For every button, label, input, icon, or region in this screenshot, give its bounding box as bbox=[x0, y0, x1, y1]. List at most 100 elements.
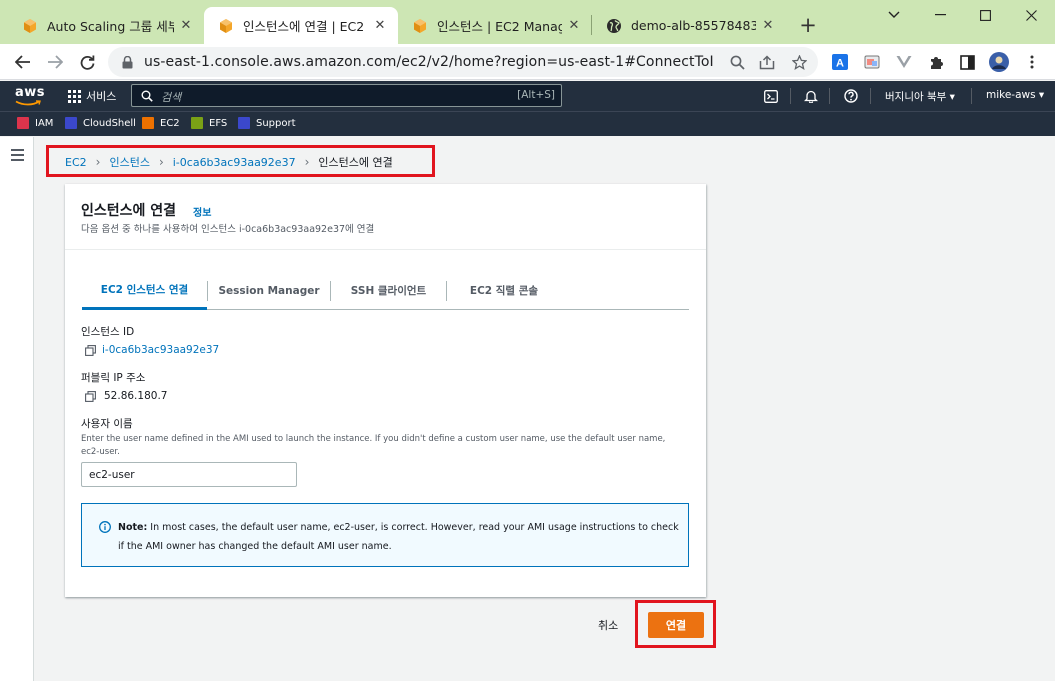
tab-ssh-client[interactable]: SSH 클라이언트 bbox=[331, 272, 446, 309]
aws-logo[interactable]: aws bbox=[15, 85, 46, 106]
favorite-support[interactable]: Support bbox=[238, 117, 296, 129]
profile-avatar-icon[interactable] bbox=[989, 52, 1009, 72]
browser-menu-icon[interactable] bbox=[1022, 52, 1042, 72]
bookmark-star-icon[interactable] bbox=[790, 53, 808, 71]
username-hint: Enter the user name defined in the AMI u… bbox=[81, 434, 666, 457]
tab-session-manager[interactable]: Session Manager bbox=[208, 272, 330, 309]
tab-title: 인스턴스 | EC2 Management bbox=[437, 19, 562, 34]
note-bold: Note: bbox=[118, 522, 148, 533]
favorite-iam[interactable]: IAM bbox=[17, 117, 53, 129]
reload-icon[interactable] bbox=[75, 50, 99, 74]
connect-to-instance-panel: 인스턴스에 연결 정보 다음 옵션 중 하나를 사용하여 인스턴스 i-0ca6… bbox=[65, 184, 706, 597]
aws-logo-text: aws bbox=[15, 85, 46, 100]
public-ip-text: 52.86.180.7 bbox=[104, 390, 168, 402]
tab-title: demo-alb-855784833.us-e bbox=[631, 18, 756, 33]
panel-description: 다음 옵션 중 하나를 사용하여 인스턴스 i-0ca6b3ac93aa92e3… bbox=[81, 224, 375, 235]
new-tab-button[interactable]: + bbox=[797, 14, 819, 36]
url-text: us-east-1.console.aws.amazon.com/ec2/v2/… bbox=[144, 54, 714, 70]
browser-tab-active[interactable]: 인스턴스에 연결 | EC2 Manag ✕ bbox=[204, 7, 398, 44]
public-ip-value: 52.86.180.7 bbox=[85, 390, 167, 402]
tab-title: 인스턴스에 연결 | EC2 Manag bbox=[243, 19, 368, 34]
favorite-label: EC2 bbox=[160, 117, 180, 129]
info-link[interactable]: 정보 bbox=[193, 204, 211, 219]
tab-search-chevron-icon[interactable] bbox=[871, 0, 917, 30]
services-label: 서비스 bbox=[86, 90, 117, 103]
public-ip-label: 퍼블릭 IP 주소 bbox=[81, 372, 146, 384]
note-text: Note: In most cases, the default user na… bbox=[118, 518, 680, 556]
tab-ec2-instance-connect[interactable]: EC2 인스턴스 연결 bbox=[82, 272, 207, 310]
aws-cube-icon bbox=[414, 18, 426, 33]
browser-tab[interactable]: Auto Scaling 그룹 세부 정보 ✕ bbox=[8, 7, 204, 44]
back-arrow-icon[interactable] bbox=[11, 50, 35, 74]
iam-service-icon bbox=[17, 117, 29, 129]
note-body: In most cases, the default user name, ec… bbox=[118, 522, 679, 552]
instance-id-link[interactable]: i-0ca6b3ac93aa92e37 bbox=[102, 344, 219, 356]
vue-devtools-icon[interactable] bbox=[894, 52, 914, 72]
cloudshell-service-icon bbox=[65, 117, 77, 129]
zoom-search-icon[interactable] bbox=[728, 53, 746, 71]
services-menu-button[interactable]: 서비스 bbox=[68, 88, 116, 104]
tab-title: Auto Scaling 그룹 세부 정보 bbox=[47, 19, 174, 34]
help-icon[interactable] bbox=[843, 88, 859, 104]
region-selector[interactable]: 버지니아 북부 ▾ bbox=[885, 89, 955, 104]
close-tab-icon[interactable]: ✕ bbox=[760, 18, 776, 33]
close-window-icon[interactable] bbox=[1008, 0, 1054, 30]
cancel-button[interactable]: 취소 bbox=[598, 617, 618, 633]
minimize-window-icon[interactable] bbox=[917, 0, 963, 30]
favorite-label: EFS bbox=[209, 117, 228, 129]
grid-icon bbox=[68, 89, 81, 103]
header-divider bbox=[790, 88, 791, 104]
support-service-icon bbox=[238, 117, 250, 129]
globe-icon bbox=[607, 18, 621, 33]
screenshot-extension-icon[interactable] bbox=[862, 52, 882, 72]
browser-tab-strip: Auto Scaling 그룹 세부 정보 ✕ 인스턴스에 연결 | EC2 M… bbox=[0, 0, 1055, 44]
header-divider bbox=[829, 88, 830, 104]
search-shortcut: [Alt+S] bbox=[517, 89, 555, 101]
highlight-annotation-breadcrumb bbox=[46, 145, 435, 177]
close-tab-icon[interactable]: ✕ bbox=[178, 18, 194, 33]
cloudshell-icon[interactable] bbox=[763, 88, 779, 104]
favorite-label: Support bbox=[256, 117, 296, 129]
efs-service-icon bbox=[191, 117, 203, 129]
tab-ec2-serial-console[interactable]: EC2 직렬 콘솔 bbox=[447, 272, 561, 309]
close-tab-icon[interactable]: ✕ bbox=[372, 18, 388, 33]
search-placeholder: 검색 bbox=[161, 91, 182, 104]
instance-id-label: 인스턴스 ID bbox=[81, 326, 135, 338]
username-label: 사용자 이름 bbox=[81, 418, 133, 430]
notifications-bell-icon[interactable] bbox=[803, 88, 819, 104]
extensions-puzzle-icon[interactable] bbox=[926, 52, 946, 72]
favorite-ec2[interactable]: EC2 bbox=[142, 117, 180, 129]
forward-arrow-icon[interactable] bbox=[43, 50, 67, 74]
side-navigation-rail bbox=[0, 137, 34, 681]
hamburger-menu-icon[interactable] bbox=[11, 149, 24, 164]
username-input[interactable] bbox=[81, 462, 297, 487]
aws-cube-icon bbox=[220, 18, 232, 33]
header-divider bbox=[870, 88, 871, 104]
browser-tab[interactable]: demo-alb-855784833.us-e ✕ bbox=[592, 7, 786, 44]
browser-tab[interactable]: 인스턴스 | EC2 Management ✕ bbox=[398, 7, 592, 44]
connection-method-tabs: EC2 인스턴스 연결 Session Manager SSH 클라이언트 EC… bbox=[82, 272, 689, 310]
side-panel-icon[interactable] bbox=[957, 52, 977, 72]
header-divider bbox=[971, 88, 972, 104]
ec2-service-icon bbox=[142, 117, 154, 129]
aws-search-input[interactable]: 검색 [Alt+S] bbox=[131, 84, 562, 107]
favorite-cloudshell[interactable]: CloudShell bbox=[65, 117, 136, 129]
instance-id-value: i-0ca6b3ac93aa92e37 bbox=[85, 344, 219, 356]
address-bar[interactable]: us-east-1.console.aws.amazon.com/ec2/v2/… bbox=[108, 47, 818, 77]
favorite-label: CloudShell bbox=[83, 117, 136, 129]
aws-top-navigation: aws 서비스 검색 [Alt+S] 버지니아 북부 ▾ mike-aws ▾ bbox=[0, 81, 1055, 111]
copy-icon[interactable] bbox=[85, 344, 96, 356]
translate-extension-icon[interactable]: A bbox=[830, 52, 850, 72]
highlight-annotation-connect bbox=[635, 600, 716, 648]
favorite-efs[interactable]: EFS bbox=[191, 117, 227, 129]
info-alert: Note: In most cases, the default user na… bbox=[81, 503, 689, 567]
svg-text:A: A bbox=[836, 58, 844, 70]
share-icon[interactable] bbox=[758, 53, 776, 71]
maximize-window-icon[interactable] bbox=[962, 0, 1008, 30]
info-circle-icon bbox=[99, 521, 111, 533]
search-icon bbox=[141, 90, 153, 102]
close-tab-icon[interactable]: ✕ bbox=[566, 18, 582, 33]
account-menu[interactable]: mike-aws ▾ bbox=[986, 89, 1044, 101]
copy-icon[interactable] bbox=[85, 390, 96, 402]
lock-icon[interactable] bbox=[118, 53, 136, 71]
